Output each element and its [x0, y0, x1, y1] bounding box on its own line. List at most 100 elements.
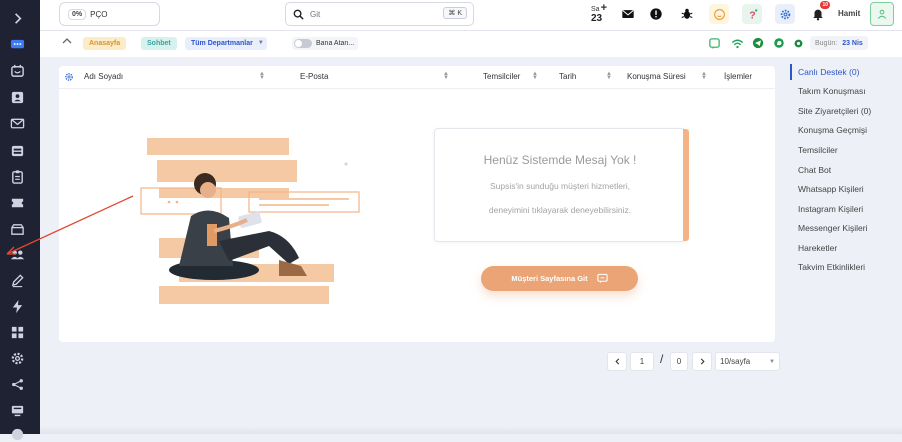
menu-team-chat[interactable]: Takım Konuşması: [798, 86, 866, 96]
chevron-right-icon: [700, 358, 705, 365]
menu-chat-bot[interactable]: Chat Bot: [798, 165, 831, 175]
shift-clock[interactable]: Sa+ 23: [591, 2, 617, 26]
empty-line-1: Supsis'in sunduğu müşteri hizmetleri,: [489, 181, 631, 191]
status-channel-icon[interactable]: [791, 36, 805, 50]
column-header-agents[interactable]: Temsilciler: [483, 72, 520, 81]
settings-icon[interactable]: [9, 350, 25, 366]
sort-icon[interactable]: ▲ ▼: [443, 71, 449, 81]
bug-report-button[interactable]: [677, 4, 697, 24]
expand-chevron-icon[interactable]: [9, 10, 25, 26]
bug-icon: [681, 8, 693, 19]
menu-instagram-contacts[interactable]: Instagram Kişileri: [798, 204, 863, 214]
empty-title: Henüz Sistemde Mesaj Yok !: [483, 153, 637, 167]
percent-label: PÇO: [90, 9, 108, 19]
mail-button[interactable]: [618, 4, 638, 24]
inbox-icon[interactable]: [9, 62, 25, 78]
feedback-button[interactable]: [709, 4, 729, 24]
conversations-table-card: Adı Soyadı ▲ ▼ E-Posta ▲ ▼ Temsilciler ▲ ▼ …: [6, 66, 775, 342]
whatsapp-channel-icon[interactable]: [772, 36, 786, 50]
collapse-chevron-icon[interactable]: [62, 37, 72, 45]
menu-messenger-contacts[interactable]: Messenger Kişileri: [798, 223, 867, 233]
alert-button[interactable]: [646, 4, 666, 24]
monitor-icon[interactable]: [9, 402, 25, 418]
clock-value: 23: [591, 13, 603, 24]
total-pages: 0: [670, 352, 688, 371]
menu-activities[interactable]: Hareketler: [798, 243, 837, 253]
toggle-label: Bana Atan...: [316, 40, 355, 47]
chevron-left-icon: [614, 358, 619, 365]
annotation-arrow: [6, 195, 134, 255]
menu-whatsapp-contacts[interactable]: Whatsapp Kişileri: [798, 184, 864, 194]
bottom-strip: [40, 426, 902, 434]
alert-circle-icon: [650, 8, 662, 20]
today-indicator: Bugün: 23 Nis: [810, 36, 868, 50]
column-header-date[interactable]: Tarih: [559, 72, 576, 81]
empty-state-panel: Henüz Sistemde Mesaj Yok ! Supsis'in sun…: [434, 128, 689, 242]
search-box[interactable]: ⌘ K: [285, 2, 474, 26]
column-header-name[interactable]: Adı Soyadı: [84, 72, 123, 81]
svg-text:?: ?: [749, 9, 755, 20]
sort-icon[interactable]: ▲ ▼: [532, 71, 538, 81]
toggle-switch[interactable]: [294, 39, 312, 48]
mail-icon[interactable]: [9, 115, 25, 131]
percent-badge: 0%: [68, 8, 87, 20]
menu-conversation-history[interactable]: Konuşma Geçmişi: [798, 125, 867, 135]
home-tab[interactable]: Anasayfa: [83, 37, 127, 50]
livechat-channel-icon[interactable]: [707, 36, 721, 50]
clipboard-icon[interactable]: [9, 168, 25, 184]
active-indicator: [790, 64, 792, 80]
menu-live-support[interactable]: Canlı Destek (0): [798, 67, 859, 77]
sort-icon[interactable]: ▲ ▼: [259, 71, 265, 81]
bell-icon: [813, 9, 823, 21]
chat-icon: [597, 273, 608, 284]
page-number-input[interactable]: 1: [630, 352, 654, 371]
chevron-down-icon: ▼: [257, 40, 264, 46]
sort-icon[interactable]: ▲ ▼: [606, 71, 612, 81]
user-icon: [877, 9, 887, 19]
settings-button[interactable]: [775, 4, 795, 24]
notification-count: 10: [820, 1, 830, 9]
search-input[interactable]: [308, 8, 442, 20]
progress-selector[interactable]: 0% PÇO: [59, 2, 160, 26]
prev-page-button[interactable]: [607, 352, 627, 371]
chat-bubbles-icon[interactable]: [9, 36, 25, 52]
table-settings-icon[interactable]: [64, 72, 74, 82]
empty-line-2: deneyimini tıklayarak deneyebilirsiniz.: [488, 205, 632, 215]
help-button[interactable]: ?: [742, 4, 762, 24]
page-size-select[interactable]: 10/sayfa ▼: [715, 352, 780, 371]
department-select[interactable]: Tüm Departmanlar ▼: [185, 37, 267, 50]
menu-agents[interactable]: Temsilciler: [798, 145, 838, 155]
page-separator: /: [660, 352, 664, 366]
next-page-button[interactable]: [692, 352, 712, 371]
sort-icon[interactable]: ▲ ▼: [701, 71, 707, 81]
filter-bar: Anasayfa Sohbet Tüm Departmanlar ▼ Bana …: [40, 31, 902, 57]
avatar[interactable]: [870, 2, 894, 26]
chat-tab[interactable]: Sohbet: [141, 37, 177, 50]
customer-page-label: Müşteri Sayfasına Git: [511, 274, 588, 283]
column-header-email[interactable]: E-Posta: [300, 72, 328, 81]
customer-page-button[interactable]: Müşteri Sayfasına Git: [481, 266, 638, 291]
empty-state-illustration: [140, 138, 360, 304]
chevron-down-icon: ▼: [769, 358, 775, 365]
top-bar: 0% PÇO ⌘ K Sa+ 23 ? 10 Hamit: [40, 0, 902, 31]
notifications-button[interactable]: 10: [808, 1, 830, 24]
wifi-channel-icon[interactable]: [730, 36, 744, 50]
user-name[interactable]: Hamit: [838, 9, 860, 18]
gear-icon: [780, 9, 790, 19]
telegram-channel-icon[interactable]: [751, 36, 765, 50]
assigned-to-me-toggle[interactable]: Bana Atan...: [292, 37, 359, 50]
search-icon: [293, 9, 304, 20]
grid-icon[interactable]: [9, 324, 25, 340]
clock-label: Sa: [591, 6, 600, 13]
archive-icon[interactable]: [9, 142, 25, 158]
chart-icon[interactable]: [9, 426, 25, 442]
table-header: Adı Soyadı ▲ ▼ E-Posta ▲ ▼ Temsilciler ▲ ▼ …: [59, 66, 775, 89]
contact-card-icon[interactable]: [9, 89, 25, 105]
menu-calendar-events[interactable]: Takvim Etkinlikleri: [798, 262, 865, 272]
share-icon[interactable]: [9, 376, 25, 392]
column-header-duration[interactable]: Konuşma Süresi: [627, 72, 686, 81]
column-header-actions: İşlemler: [724, 72, 753, 81]
menu-site-visitors[interactable]: Site Ziyaretçileri (0): [798, 106, 871, 116]
today-value: 23 Nis: [842, 39, 863, 47]
department-label: Tüm Departmanlar: [191, 40, 253, 47]
